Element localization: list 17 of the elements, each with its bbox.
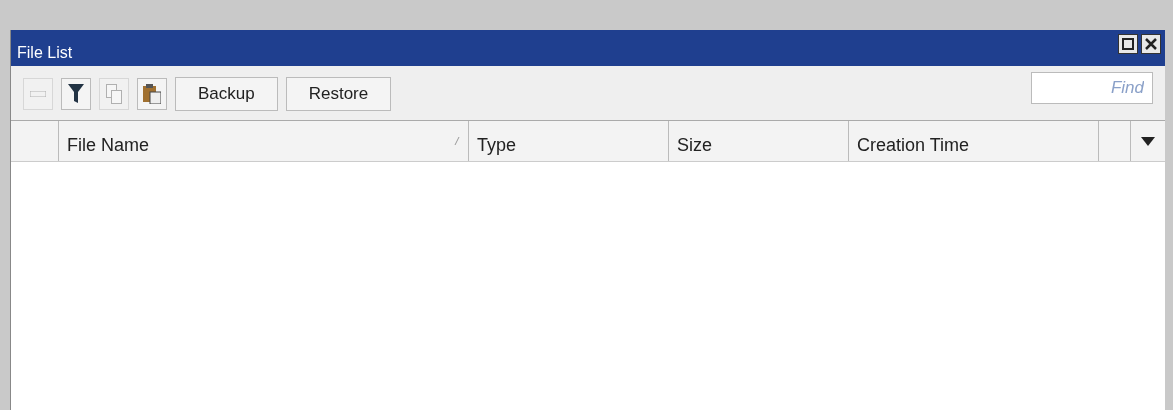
toolbar-button[interactable]: Restore <box>285 77 392 111</box>
paste-button[interactable] <box>137 78 167 110</box>
find-field[interactable]: Find <box>1031 72 1153 104</box>
filter-button[interactable] <box>61 78 91 110</box>
close-button[interactable] <box>1141 34 1161 54</box>
dropdown-arrow-icon[interactable] <box>1141 136 1155 146</box>
maximize-button[interactable] <box>1118 34 1138 54</box>
column-header[interactable]: Creation Time <box>849 121 1099 161</box>
paste-icon <box>143 84 161 104</box>
minus-icon <box>30 91 46 97</box>
column-header[interactable]: Size <box>669 121 849 161</box>
column-header[interactable]: Type <box>469 121 669 161</box>
filter-icon <box>68 84 84 104</box>
toolbar-button[interactable]: Backup <box>175 77 278 111</box>
copy-icon <box>106 84 122 104</box>
window-title: File List <box>17 44 73 62</box>
column-header[interactable]: File Name <box>59 121 469 161</box>
